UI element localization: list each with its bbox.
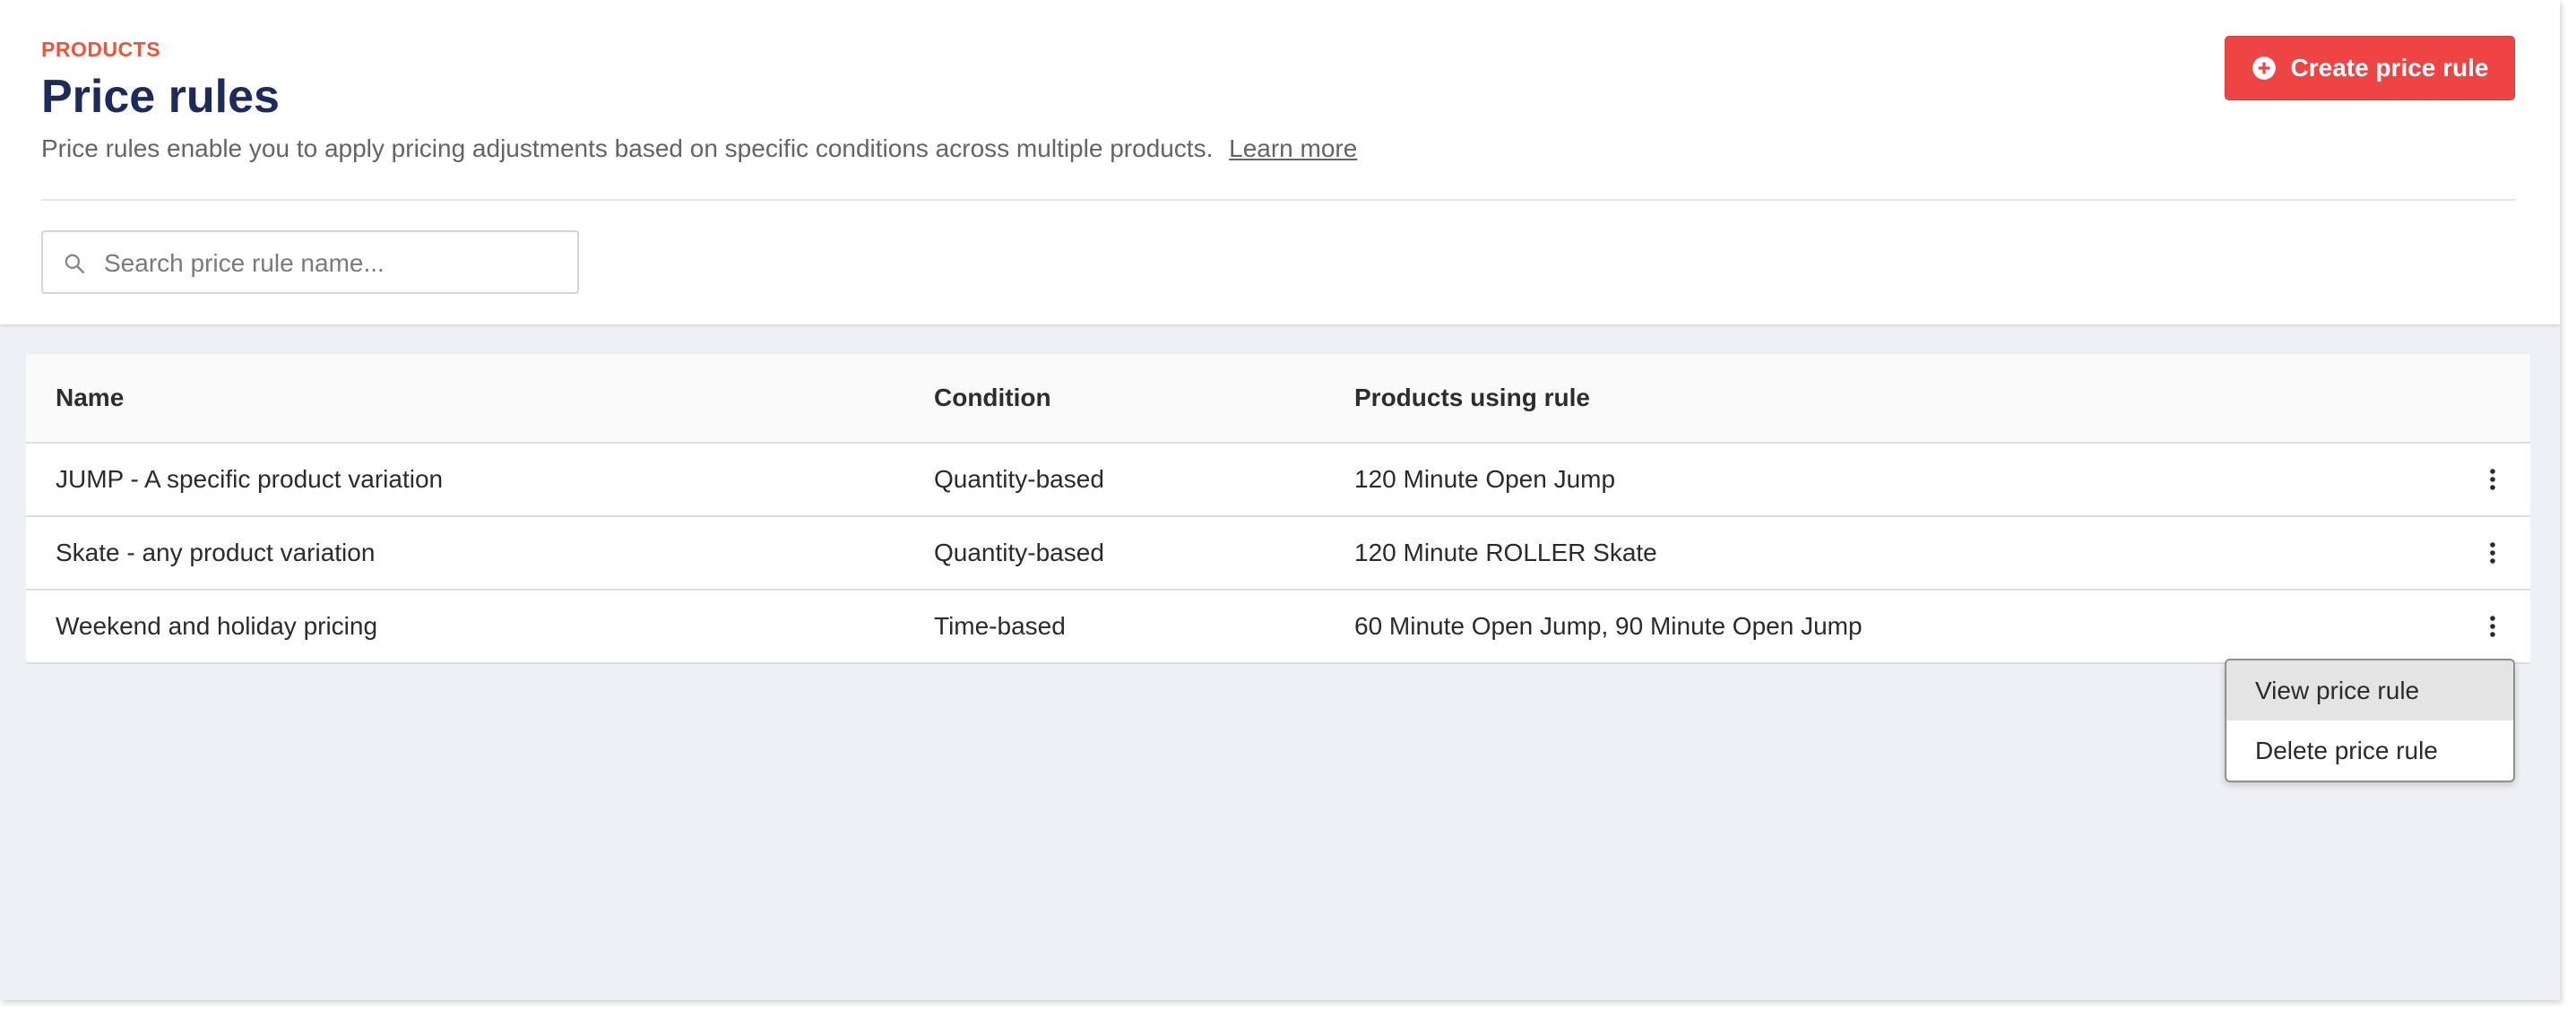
plus-circle-icon (2252, 56, 2276, 80)
page-description-text: Price rules enable you to apply pricing … (41, 134, 1214, 162)
create-price-rule-label: Create price rule (2290, 54, 2489, 82)
rule-name: Skate - any product variation (56, 539, 376, 566)
more-vertical-icon[interactable] (2478, 539, 2507, 567)
rule-products: 120 Minute ROLLER Skate (1354, 539, 1657, 566)
table-row[interactable]: Weekend and holiday pricing Time-based 6… (26, 591, 2530, 664)
view-price-rule-menu-item[interactable]: View price rule (2226, 660, 2513, 720)
price-rules-table: Name Condition Products using rule JUMP … (26, 354, 2530, 664)
table-row[interactable]: JUMP - A specific product variation Quan… (26, 444, 2530, 517)
column-header-condition[interactable]: Condition (934, 354, 1051, 442)
column-header-products[interactable]: Products using rule (1354, 354, 1590, 442)
rule-products: 120 Minute Open Jump (1354, 465, 1616, 493)
page-description: Price rules enable you to apply pricing … (41, 134, 1357, 164)
rule-condition: Quantity-based (934, 539, 1104, 566)
rule-name: Weekend and holiday pricing (56, 612, 378, 640)
learn-more-link[interactable]: Learn more (1229, 134, 1357, 162)
table-row[interactable]: Skate - any product variation Quantity-b… (26, 517, 2530, 591)
delete-price-rule-menu-item[interactable]: Delete price rule (2226, 720, 2513, 781)
more-vertical-icon[interactable] (2478, 612, 2507, 641)
price-rules-page: PRODUCTS Price rules Price rules enable … (0, 0, 2560, 1000)
header-divider (41, 199, 2515, 201)
page-header: PRODUCTS Price rules Price rules enable … (0, 0, 2560, 324)
page-title: Price rules (41, 71, 280, 123)
search-input[interactable] (102, 241, 563, 286)
search-icon (65, 254, 85, 274)
rule-condition: Time-based (934, 612, 1066, 640)
row-actions-menu: View price rule Delete price rule (2225, 659, 2515, 782)
create-price-rule-button[interactable]: Create price rule (2225, 36, 2515, 100)
more-vertical-icon[interactable] (2478, 465, 2507, 494)
rule-condition: Quantity-based (934, 465, 1104, 493)
search-box[interactable] (41, 230, 579, 294)
rule-name: JUMP - A specific product variation (56, 465, 444, 493)
table-header: Name Condition Products using rule (26, 354, 2530, 444)
section-eyebrow: PRODUCTS (41, 38, 161, 61)
column-header-name[interactable]: Name (56, 354, 124, 442)
rule-products: 60 Minute Open Jump, 90 Minute Open Jump (1354, 612, 1863, 640)
